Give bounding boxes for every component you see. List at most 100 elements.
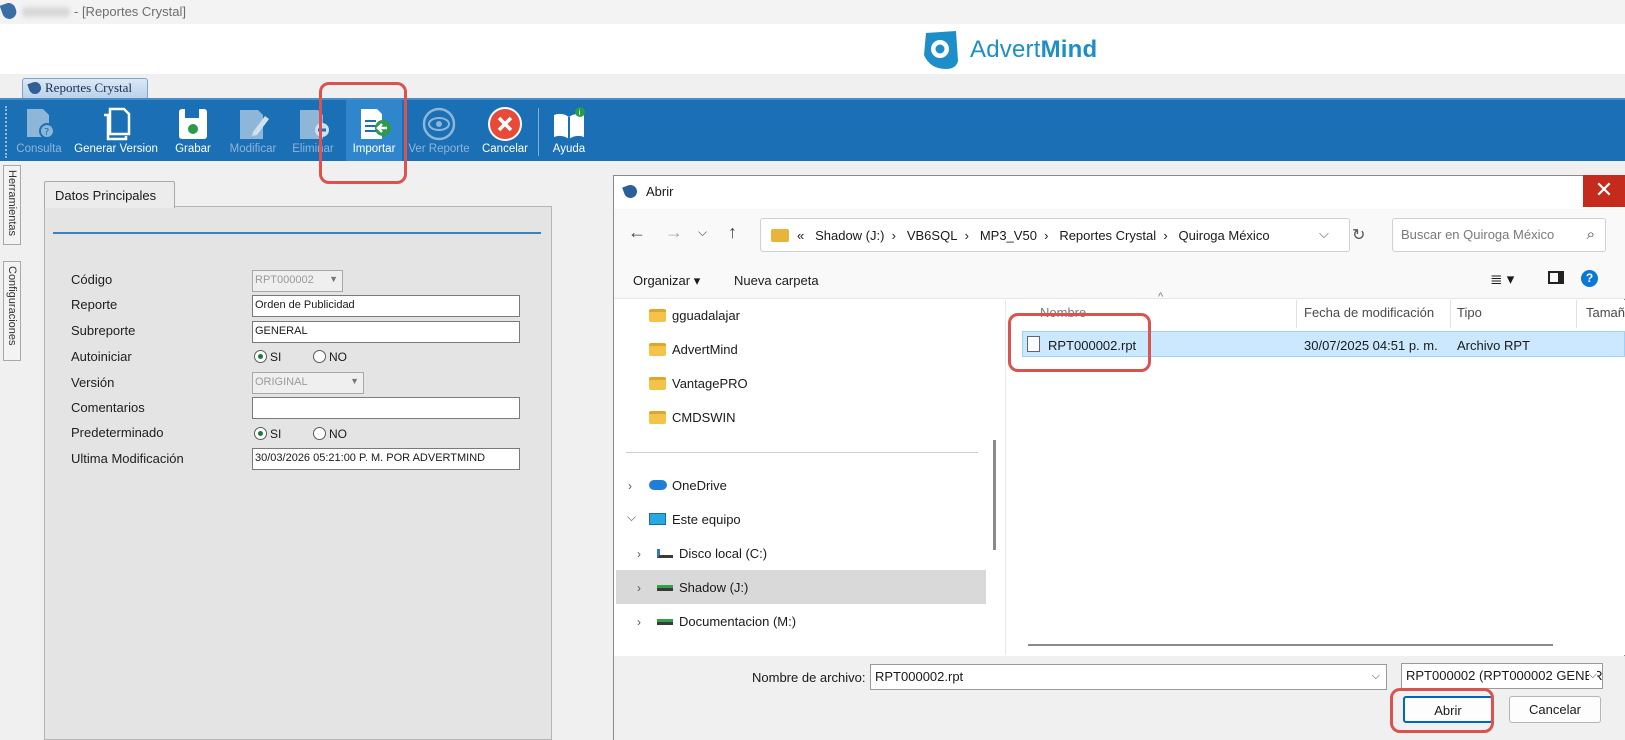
nueva-carpeta-button[interactable]: Nueva carpeta	[734, 273, 819, 288]
monitor-icon	[649, 513, 666, 525]
chevron-down-icon: ⌵	[1371, 670, 1380, 682]
modificar-label: Modificar	[229, 143, 277, 155]
tree-folder-item[interactable]: VantagePRO	[649, 376, 748, 391]
preview-pane-icon[interactable]	[1548, 271, 1564, 284]
back-arrow-icon[interactable]: ←	[628, 222, 646, 243]
predeterminado-no-radio[interactable]: NO	[313, 427, 347, 441]
tab-herramientas[interactable]: Herramientas	[3, 165, 21, 245]
codigo-label: Código	[71, 272, 113, 287]
version-select[interactable]: ORIGINAL ▼	[252, 372, 364, 394]
ayuda-button[interactable]: i Ayuda	[544, 100, 594, 161]
expand-arrow-icon[interactable]: ›	[628, 479, 632, 493]
codigo-value: RPT000002	[255, 274, 314, 286]
document-tab-strip	[0, 74, 1625, 98]
tree-item-onedrive[interactable]: OneDrive	[649, 478, 727, 493]
folder-icon	[649, 411, 666, 424]
column-separator[interactable]	[1296, 300, 1297, 328]
file-list-hscrollbar[interactable]	[1028, 644, 1553, 646]
filename-input[interactable]: RPT000002.rpt ⌵	[870, 664, 1387, 690]
help-icon[interactable]: ?	[1581, 270, 1598, 287]
tree-item-este-equipo[interactable]: Este equipo	[649, 512, 741, 527]
file-type: Archivo RPT	[1457, 338, 1530, 353]
tree-folder-item[interactable]: CMDSWIN	[649, 410, 736, 425]
tree-folder-item[interactable]: AdvertMind	[649, 342, 738, 357]
tab-datos-principales[interactable]: Datos Principales	[44, 181, 175, 208]
filetype-select[interactable]: RPT000002 (RPT000002 GENERAL) ⌵	[1401, 663, 1603, 689]
refresh-icon[interactable]: ↻	[1352, 225, 1365, 245]
breadcrumb-item[interactable]: Quiroga México	[1179, 228, 1270, 243]
dialog-app-icon	[622, 183, 639, 200]
view-options-icon[interactable]: ≣ ▾	[1490, 270, 1514, 288]
breadcrumb-item[interactable]: MP3_V50	[980, 228, 1037, 243]
consulta-button[interactable]: ? Consulta	[14, 100, 64, 161]
tree-item-drive-j[interactable]: Shadow (J:)	[657, 580, 748, 595]
cancelar-button[interactable]: Cancelar	[478, 100, 532, 161]
collapse-arrow-icon[interactable]: ⌵	[627, 510, 636, 525]
reporte-label: Reporte	[71, 297, 118, 312]
generar-version-label: Generar Version	[74, 143, 158, 155]
close-button[interactable]: ✕	[1583, 175, 1625, 207]
column-header-fecha[interactable]: Fecha de modificación	[1304, 305, 1434, 320]
tab-reportes-crystal[interactable]: Reportes Crystal	[22, 78, 148, 98]
tree-divider	[626, 452, 978, 453]
si-label: SI	[270, 350, 282, 364]
address-bar[interactable]: « Shadow (J:) › VB6SQL › MP3_V50 › Repor…	[760, 218, 1350, 252]
breadcrumb-overflow[interactable]: «	[797, 228, 804, 243]
cancelar-label: Cancelar	[481, 143, 529, 155]
tree-item-drive-c[interactable]: Disco local (C:)	[657, 546, 767, 561]
si-label: SI	[270, 427, 282, 441]
svg-text:i: i	[579, 109, 581, 117]
comentarios-label: Comentarios	[71, 400, 145, 415]
radio-checked-icon	[254, 350, 267, 363]
expand-arrow-icon[interactable]: ›	[637, 547, 641, 561]
radio-unchecked-icon	[313, 350, 326, 363]
breadcrumb-item[interactable]: VB6SQL	[907, 228, 958, 243]
document-question-icon: ?	[27, 109, 55, 139]
eye-icon	[422, 107, 456, 141]
search-input[interactable]: Buscar en Quiroga México ⌕	[1392, 218, 1606, 252]
tab-label: Reportes Crystal	[45, 80, 133, 95]
modificar-button[interactable]: Modificar	[222, 100, 284, 161]
column-header-tamano[interactable]: Tamaño	[1586, 305, 1625, 320]
breadcrumb-item[interactable]: Reportes Crystal	[1059, 228, 1156, 243]
tree-scrollbar[interactable]	[993, 440, 996, 550]
folder-icon	[649, 309, 666, 322]
window-title: - [Reportes Crystal]	[74, 4, 186, 19]
column-separator[interactable]	[1576, 300, 1577, 328]
brand-header: AdvertMind	[0, 24, 1625, 74]
dialog-title: Abrir	[646, 184, 674, 199]
grabar-button[interactable]: Grabar	[168, 100, 218, 161]
herramientas-label: Herramientas	[6, 170, 18, 237]
predeterminado-si-radio[interactable]: SI	[254, 427, 281, 441]
up-arrow-icon[interactable]: ↑	[728, 222, 737, 243]
brand-name-bold: Mind	[1040, 36, 1098, 63]
ver-reporte-button[interactable]: Ver Reporte	[404, 100, 474, 161]
breadcrumb-item[interactable]: Shadow (J:)	[815, 228, 884, 243]
cancelar-dialog-button[interactable]: Cancelar	[1509, 696, 1601, 723]
recent-chevron-icon[interactable]: ⌵	[698, 225, 707, 240]
autoiniciar-si-radio[interactable]: SI	[254, 350, 281, 364]
ayuda-label: Ayuda	[552, 143, 586, 155]
address-dropdown-icon[interactable]: ⌵	[1319, 226, 1329, 242]
copy-document-icon	[104, 107, 131, 141]
column-header-tipo[interactable]: Tipo	[1457, 305, 1482, 320]
ultima-modificacion-field[interactable]: 30/03/2026 05:21:00 P. M. POR ADVERTMIND	[252, 448, 520, 470]
expand-arrow-icon[interactable]: ›	[637, 615, 641, 629]
forward-arrow-icon[interactable]: →	[665, 222, 683, 243]
subreporte-field[interactable]: GENERAL	[252, 321, 520, 343]
codigo-select[interactable]: RPT000002 ▼	[252, 270, 343, 292]
reporte-field[interactable]: Orden de Publicidad	[252, 295, 520, 317]
expand-arrow-icon[interactable]: ›	[637, 581, 641, 595]
advertmind-logo-icon	[924, 31, 958, 69]
generar-version-button[interactable]: Generar Version	[70, 100, 162, 161]
tree-item-drive-m[interactable]: Documentacion (M:)	[657, 614, 796, 629]
toolbar-grip[interactable]	[5, 106, 8, 158]
column-separator[interactable]	[1450, 300, 1451, 328]
comentarios-field[interactable]	[252, 397, 520, 419]
tree-folder-item[interactable]: gguadalajar	[649, 308, 740, 323]
subreporte-label: Subreporte	[71, 323, 136, 338]
filename-value: RPT000002.rpt	[875, 669, 964, 684]
tab-configuraciones[interactable]: Configuraciones	[3, 261, 21, 361]
autoiniciar-no-radio[interactable]: NO	[313, 350, 347, 364]
organizar-button[interactable]: Organizar ▾	[633, 273, 700, 289]
